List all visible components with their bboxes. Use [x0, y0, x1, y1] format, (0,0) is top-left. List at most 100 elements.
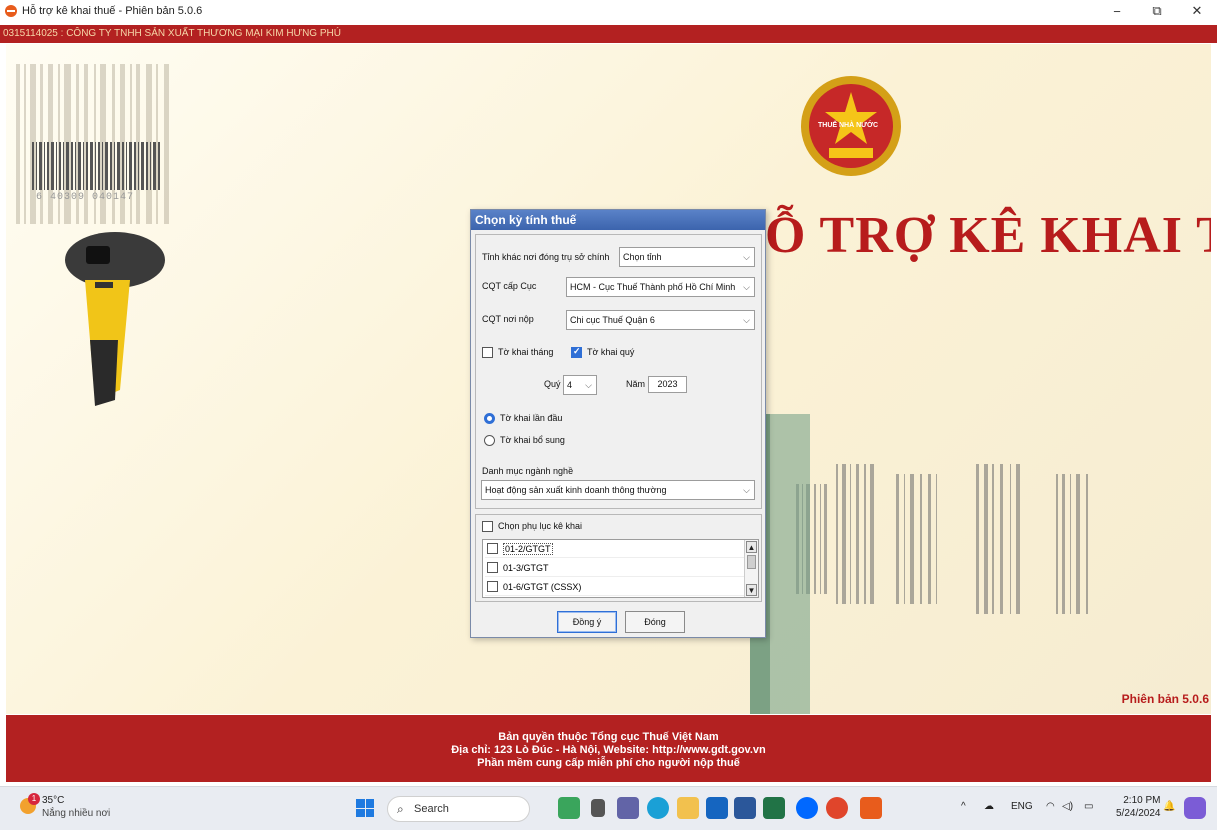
excel-icon[interactable]: [763, 797, 785, 819]
monthly-checkbox[interactable]: [482, 347, 493, 358]
cqt-cuc-select-value: HCM - Cục Thuế Thành phố Hồ Chí Minh: [570, 282, 736, 292]
minimize-button[interactable]: −: [1097, 0, 1137, 22]
list-item[interactable]: 01-2/GTGT: [485, 540, 745, 558]
province-select[interactable]: Chọn tỉnh ⌵: [619, 247, 755, 267]
cqt-noi-nop-label: CQT nơi nộp: [482, 314, 534, 324]
close-window-button[interactable]: ✕: [1177, 0, 1217, 22]
scroll-up-icon[interactable]: ▲: [746, 541, 757, 553]
clock-date: 5/24/2024: [1116, 808, 1161, 819]
file-explorer-icon[interactable]: [677, 797, 699, 819]
period-group: Tỉnh khác nơi đóng trụ sở chính Chọn tỉn…: [475, 234, 762, 509]
search-placeholder: Search: [414, 803, 449, 815]
quarterly-label: Tờ khai quý: [587, 347, 635, 357]
weather-temperature: 35°C: [42, 795, 65, 806]
scroll-down-icon[interactable]: ▼: [746, 584, 757, 596]
year-input[interactable]: 2023: [648, 376, 687, 393]
language-indicator[interactable]: ENG: [1011, 801, 1033, 812]
volume-icon[interactable]: ◁): [1062, 801, 1073, 812]
province-select-value: Chọn tỉnh: [623, 252, 662, 262]
chevron-down-icon: ⌵: [585, 380, 592, 390]
appendix-label: Chọn phụ lục kê khai: [498, 521, 583, 531]
htkk-app-icon[interactable]: [860, 797, 882, 819]
list-item-label: 01-6/GTGT (CSSX): [503, 582, 582, 592]
copilot-icon[interactable]: [1184, 797, 1206, 819]
start-button[interactable]: [356, 799, 374, 817]
footer-line-3: Phần mềm cung cấp miễn phí cho người nộp…: [477, 757, 740, 769]
copilot-app-icon[interactable]: [558, 797, 580, 819]
list-item-checkbox[interactable]: [487, 562, 498, 573]
start-tile: [365, 808, 374, 817]
industry-select[interactable]: Hoạt động sản xuất kinh doanh thông thườ…: [481, 480, 755, 500]
app-root: Hỗ trợ kê khai thuế - Phiên bản 5.0.6 − …: [0, 0, 1217, 830]
start-tile: [356, 799, 365, 808]
list-scrollbar[interactable]: ▲ ▼: [744, 540, 758, 597]
quarter-label: Quý: [544, 379, 561, 389]
notification-badge: 1: [28, 793, 40, 805]
barcode-pattern-right: [796, 464, 1088, 614]
window-controls: − ⧉ ✕: [1097, 0, 1217, 22]
taskbar: 1 35°C Nắng nhiều nơi ⌕ Search ^ ☁ ENG ◠…: [0, 786, 1217, 830]
battery-icon[interactable]: ▭: [1084, 801, 1093, 812]
start-tile: [356, 808, 365, 817]
list-item-checkbox[interactable]: [487, 543, 498, 554]
province-label: Tỉnh khác nơi đóng trụ sở chính: [482, 252, 610, 262]
word-icon[interactable]: [734, 797, 756, 819]
list-item-label: 01-3/GTGT: [503, 563, 549, 573]
notification-bell-icon[interactable]: 🔔: [1163, 801, 1175, 812]
window-titlebar: Hỗ trợ kê khai thuế - Phiên bản 5.0.6 − …: [0, 0, 1217, 22]
scroll-thumb[interactable]: [747, 555, 756, 569]
industry-label: Danh mục ngành nghề: [482, 466, 574, 476]
quarter-select-value: 4: [567, 380, 573, 390]
quarter-select[interactable]: 4 ⌵: [563, 375, 597, 395]
restore-button[interactable]: ⧉: [1137, 0, 1177, 22]
tray-overflow-icon[interactable]: ^: [961, 801, 966, 812]
teams-icon[interactable]: [617, 797, 639, 819]
tax-period-dialog: Chọn kỳ tính thuế Tỉnh khác nơi đóng trụ…: [470, 209, 766, 638]
taskbar-search[interactable]: ⌕ Search: [387, 796, 530, 822]
appendix-group: Chọn phụ lục kê khai 01-2/GTGT 01-3/GTGT…: [475, 514, 762, 602]
company-bar: 0315114025 : CÔNG TY TNHH SẢN XUẤT THƯƠN…: [0, 25, 1217, 43]
cqt-cuc-select[interactable]: HCM - Cục Thuế Thành phố Hồ Chí Minh ⌵: [566, 277, 755, 297]
quarterly-checkbox[interactable]: [571, 346, 582, 358]
appendix-list: 01-2/GTGT 01-3/GTGT 01-6/GTGT (CSSX) ▲ ▼: [482, 539, 759, 598]
list-item[interactable]: 01-6/GTGT (CSSX): [485, 578, 745, 596]
list-item[interactable]: 01-3/GTGT: [485, 559, 745, 577]
barcode-scanner-image: [65, 232, 165, 406]
footer-line-2: Địa chỉ: 123 Lò Đúc - Hà Nội, Website: h…: [451, 744, 766, 756]
taskview-icon[interactable]: [591, 799, 605, 817]
chevron-down-icon: ⌵: [743, 485, 750, 495]
onedrive-icon[interactable]: ☁: [984, 801, 994, 812]
list-item-checkbox[interactable]: [487, 581, 498, 592]
zalo-icon[interactable]: [796, 797, 818, 819]
supplement-declaration-label: Tờ khai bổ sung: [500, 435, 565, 445]
edge-browser-icon[interactable]: [647, 797, 669, 819]
appendix-checkbox[interactable]: [482, 521, 493, 532]
copyright-footer: Bản quyền thuộc Tổng cục Thuế Việt Nam Đ…: [6, 715, 1211, 782]
ok-button[interactable]: Đồng ý: [557, 611, 617, 633]
coccoc-browser-icon[interactable]: [826, 797, 848, 819]
clock-time: 2:10 PM: [1123, 795, 1161, 806]
start-tile: [365, 799, 374, 808]
barcode-number: 6 40309 040147: [36, 192, 135, 203]
first-declaration-label: Tờ khai lần đầu: [500, 413, 563, 423]
wifi-icon[interactable]: ◠: [1046, 801, 1055, 812]
close-button[interactable]: Đóng: [625, 611, 685, 633]
supplement-declaration-radio[interactable]: [484, 435, 495, 446]
mail-icon[interactable]: [706, 797, 728, 819]
chevron-down-icon: ⌵: [743, 282, 750, 292]
banner-title: Ỗ TRỢ KÊ KHAI THUẾ: [765, 207, 1211, 264]
first-declaration-radio[interactable]: [484, 413, 495, 424]
taskbar-clock[interactable]: 2:10 PM 5/24/2024: [1116, 794, 1161, 820]
cqt-noi-nop-select[interactable]: Chi cục Thuế Quận 6 ⌵: [566, 310, 755, 330]
monthly-label: Tờ khai tháng: [498, 347, 554, 357]
dialog-title: Chọn kỳ tính thuế: [471, 210, 765, 230]
window-title: Hỗ trợ kê khai thuế - Phiên bản 5.0.6: [22, 5, 203, 17]
cqt-cuc-label: CQT cấp Cục: [482, 281, 537, 291]
app-icon: [5, 5, 17, 17]
version-label: Phiên bản 5.0.6: [1121, 692, 1209, 706]
list-item-label: 01-2/GTGT: [503, 543, 553, 555]
weather-description: Nắng nhiều nơi: [42, 808, 111, 819]
chevron-down-icon: ⌵: [743, 252, 750, 262]
footer-line-1: Bản quyền thuộc Tổng cục Thuế Việt Nam: [498, 731, 719, 743]
search-icon: ⌕: [397, 802, 404, 816]
